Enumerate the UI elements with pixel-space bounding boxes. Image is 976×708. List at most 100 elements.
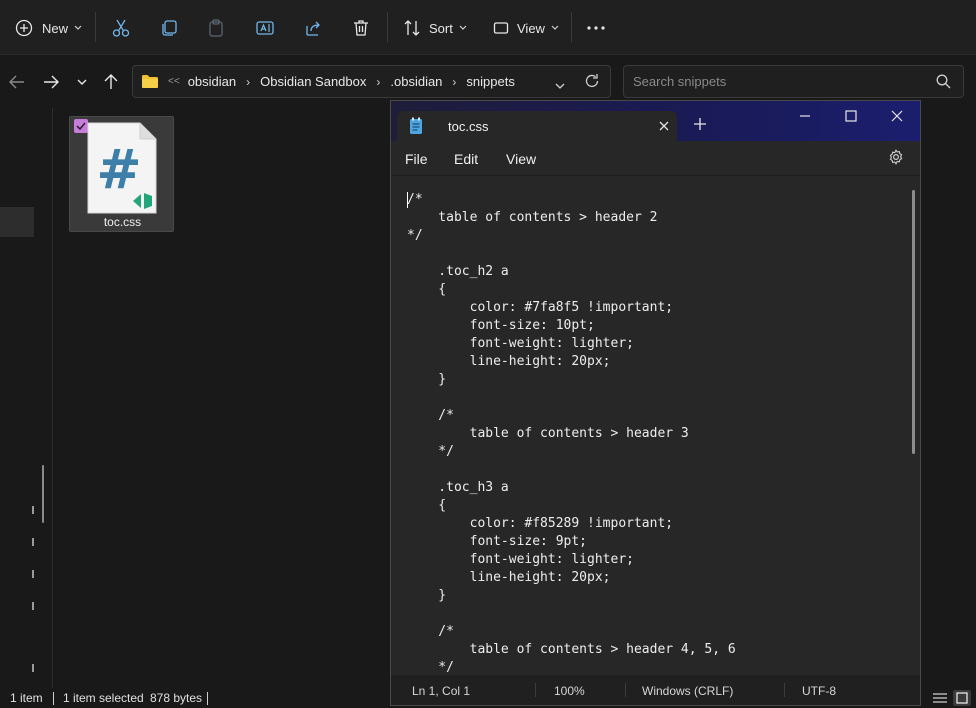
more-options-button[interactable] (586, 12, 606, 44)
notepad-window: toc.css File Edit View /* table of conte… (390, 100, 921, 706)
breadcrumb-item[interactable]: snippets (466, 74, 514, 89)
breadcrumb-item[interactable]: obsidian (188, 74, 236, 89)
arrow-up-icon (104, 74, 118, 89)
details-view-button[interactable] (931, 690, 949, 706)
search-input[interactable]: Search snippets (623, 65, 964, 98)
breadcrumb-item[interactable]: Obsidian Sandbox (260, 74, 366, 89)
breadcrumb-item[interactable]: .obsidian (390, 74, 442, 89)
menu-view[interactable]: View (506, 151, 536, 167)
plus-icon (694, 118, 706, 130)
file-item[interactable]: # toc.css (69, 116, 174, 232)
maximize-icon (845, 110, 857, 122)
close-icon (891, 110, 903, 122)
up-button[interactable] (99, 70, 123, 94)
item-count: 1 item (10, 691, 43, 705)
toolbar-divider (387, 12, 388, 42)
maximize-button[interactable] (836, 107, 866, 125)
file-name: toc.css (103, 215, 142, 229)
view-button[interactable]: View (493, 12, 559, 44)
pane-divider[interactable] (52, 108, 53, 688)
nav-scrollbar[interactable] (42, 465, 44, 523)
forward-button[interactable] (39, 70, 63, 94)
editor-scrollbar[interactable] (912, 190, 915, 454)
search-placeholder: Search snippets (633, 74, 727, 89)
new-label: New (42, 20, 69, 36)
chevron-down-icon (551, 25, 559, 30)
plus-circle-icon (15, 19, 33, 37)
nav-item-marker (32, 602, 34, 610)
toolbar-divider (571, 12, 572, 42)
menu-edit[interactable]: Edit (454, 151, 478, 167)
search-icon[interactable] (936, 74, 951, 92)
view-label: View (517, 20, 545, 36)
new-button[interactable]: New (15, 12, 82, 44)
new-tab-button[interactable] (693, 117, 707, 134)
copy-button[interactable] (159, 12, 179, 44)
notepad-menubar: File Edit View (391, 141, 920, 175)
nav-item-marker (32, 570, 34, 578)
status-divider (784, 683, 785, 697)
tab-toc-css[interactable]: toc.css (397, 111, 677, 141)
editor-content[interactable]: /* table of contents > header 2 */ .toc_… (407, 191, 736, 675)
navigation-pane (0, 108, 44, 688)
refresh-button[interactable] (584, 73, 600, 92)
refresh-icon (585, 74, 599, 88)
chevron-right-icon[interactable]: › (376, 75, 380, 89)
tiles-view-button[interactable] (953, 690, 971, 706)
cursor-position: Ln 1, Col 1 (412, 684, 471, 698)
chevron-down-icon (74, 25, 82, 30)
css-file-icon: # (87, 122, 157, 214)
rename-button[interactable] (255, 12, 275, 44)
copy-icon (162, 20, 177, 36)
recent-locations-button[interactable] (70, 70, 94, 94)
window-close-button[interactable] (882, 107, 912, 125)
nav-item-marker (32, 664, 34, 672)
address-bar[interactable]: << obsidian › Obsidian Sandbox › .obsidi… (132, 65, 611, 98)
delete-button[interactable] (351, 12, 371, 44)
nav-selected-item[interactable] (0, 207, 34, 237)
chevron-right-icon[interactable]: › (452, 75, 456, 89)
notepad-icon (410, 117, 422, 134)
status-divider (535, 683, 536, 697)
sort-icon (404, 20, 420, 36)
zoom-level[interactable]: 100% (554, 684, 585, 698)
delete-icon (354, 20, 368, 36)
svg-text:#: # (96, 138, 141, 201)
checkmark-icon (76, 122, 86, 130)
text-editor[interactable]: /* table of contents > header 2 */ .toc_… (391, 175, 920, 675)
scissors-icon (112, 19, 130, 37)
minimize-icon (800, 115, 810, 117)
notepad-statusbar: Ln 1, Col 1 100% Windows (CRLF) UTF-8 (391, 675, 920, 705)
status-divider (53, 692, 54, 705)
line-ending[interactable]: Windows (CRLF) (642, 684, 733, 698)
chevron-right-icon[interactable]: › (246, 75, 250, 89)
settings-button[interactable] (888, 149, 904, 168)
list-view-icon (933, 693, 947, 703)
arrow-right-icon (44, 75, 59, 89)
chevron-down-icon (459, 25, 467, 30)
rename-icon (256, 21, 274, 35)
view-icon (493, 22, 509, 34)
selection-count: 1 item selected (63, 691, 144, 705)
menu-file[interactable]: File (405, 151, 428, 167)
address-history-button[interactable] (555, 78, 565, 93)
text-caret (407, 192, 408, 208)
minimize-button[interactable] (790, 107, 820, 125)
back-button[interactable] (5, 70, 29, 94)
notepad-titlebar[interactable]: toc.css (391, 101, 920, 141)
nav-item-marker (32, 538, 34, 546)
folder-icon (142, 75, 158, 88)
encoding[interactable]: UTF-8 (802, 684, 836, 698)
nav-item-marker (32, 506, 34, 514)
tab-close-button[interactable] (655, 117, 673, 138)
paste-button[interactable] (206, 12, 226, 44)
cut-button[interactable] (111, 12, 131, 44)
share-button[interactable] (303, 12, 323, 44)
chevron-down-icon (555, 83, 565, 89)
chevron-down-icon (77, 79, 87, 85)
breadcrumb-overflow[interactable]: << (168, 76, 180, 87)
tiles-view-icon (956, 692, 968, 704)
sort-button[interactable]: Sort (403, 12, 467, 44)
paste-icon (209, 19, 223, 37)
close-icon (659, 121, 669, 131)
